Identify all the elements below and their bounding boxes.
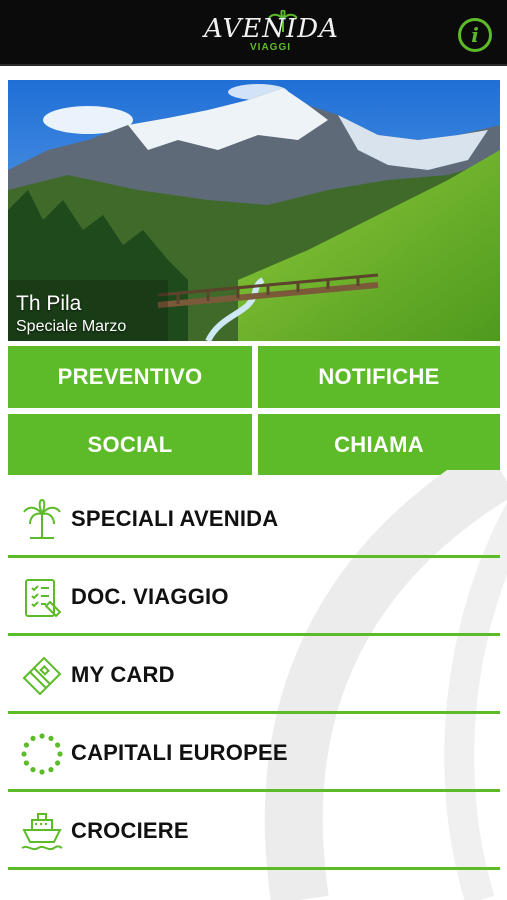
menu-item-speciali-avenida[interactable]: SPECIALI AVENIDA [8,482,500,558]
social-button[interactable]: SOCIAL [8,414,252,475]
menu-item-label: DOC. VIAGGIO [71,584,229,609]
logo-wordmark: AVENIDA [204,14,339,44]
menu-item-my-card[interactable]: MY CARD [8,638,500,714]
menu-divider [8,711,500,714]
notifiche-button[interactable]: NOTIFICHE [258,346,500,408]
menu-item-crociere[interactable]: CROCIERE [8,794,500,870]
menu-divider [8,555,500,558]
eu-stars-icon [21,733,63,775]
avenida-viaggi-logo: AVENIDA VIAGGI [204,10,338,58]
menu-item-label: SPECIALI AVENIDA [71,506,279,531]
menu-item-label: CAPITALI EUROPEE [71,740,288,765]
chiama-button[interactable]: CHIAMA [258,414,500,475]
menu-item-label: MY CARD [71,662,175,687]
menu-item-label: CROCIERE [71,818,189,843]
document-icon [25,579,62,618]
preventivo-button[interactable]: PREVENTIVO [8,346,252,408]
menu-item-capitali-europee[interactable]: CAPITALI EUROPEE [8,716,500,792]
banner-title: Th Pila [16,292,82,315]
menu-divider [8,867,500,870]
app-header: AVENIDA VIAGGI i [0,0,507,66]
menu-item-doc-viaggio[interactable]: DOC. VIAGGIO [8,560,500,636]
banner-caption: Th Pila Speciale Marzo [16,291,126,337]
logo-subtext: VIAGGI [250,42,292,53]
banner-subtitle: Speciale Marzo [16,318,127,335]
promo-banner[interactable]: Th Pila Speciale Marzo [8,80,500,341]
cruise-ship-icon [21,813,63,851]
menu-divider [8,633,500,636]
palm-tree-icon [23,499,61,539]
info-icon[interactable]: i [458,18,492,52]
menu-divider [8,789,500,792]
card-icon [22,656,62,696]
